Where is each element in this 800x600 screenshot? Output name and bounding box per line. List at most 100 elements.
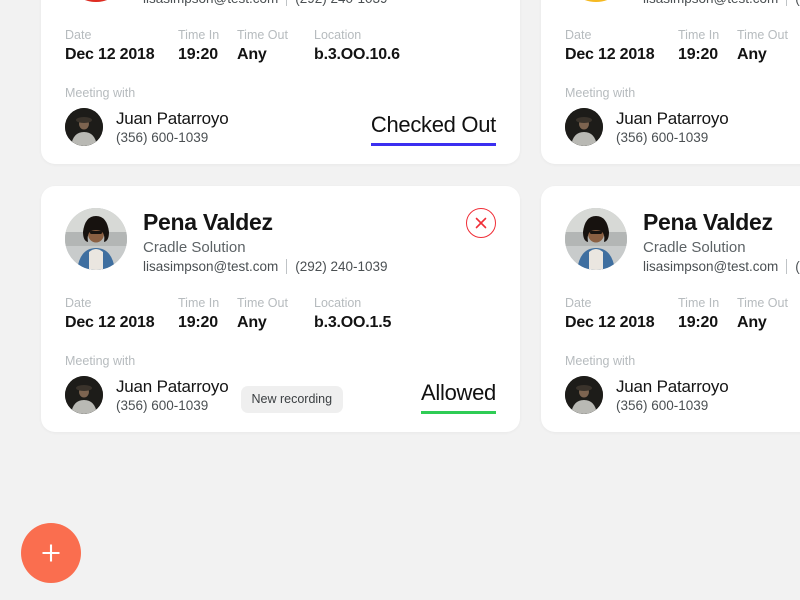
field-value-date: Dec 12 2018 (565, 313, 655, 331)
field-value-time-in: 19:20 (178, 313, 218, 331)
avatar (65, 208, 127, 270)
new-recording-tooltip: New recording (240, 385, 344, 413)
header-text: Pena Valdez Cradle Solution lisasimpson@… (643, 0, 800, 6)
meeting-row: Juan Patarroyo (356) 600-1039 (565, 107, 800, 146)
avatar (565, 0, 627, 2)
field-time-out: Time Out Any (737, 28, 800, 64)
field-time-in: Time In 19:20 (178, 296, 237, 332)
meeting-phone: (356) 600-1039 (616, 129, 709, 145)
field-time-out: Time Out Any (237, 28, 314, 64)
meeting-text: Juan Patarroyo (356) 600-1039 (116, 377, 229, 413)
visitor-name: Pena Valdez (643, 209, 773, 235)
field-label-date: Date (565, 295, 592, 310)
visitor-card[interactable]: Pena Valdez Cradle Solution lisasimpson@… (41, 186, 520, 432)
meeting-avatar (565, 375, 603, 414)
close-button[interactable] (466, 208, 496, 238)
contact-line: lisasimpson@test.com (292) 240-1039 (643, 258, 800, 274)
meeting-row: Juan Patarroyo (356) 600-1039 Checked Ou… (65, 107, 496, 146)
add-button[interactable] (21, 523, 81, 583)
meeting-avatar (65, 375, 103, 414)
field-value-date: Dec 12 2018 (65, 313, 155, 331)
meeting-phone: (356) 600-1039 (116, 129, 209, 145)
field-time-in: Time In 19:20 (178, 28, 237, 64)
visitor-phone: (292) 240-1039 (295, 0, 387, 6)
plus-icon (42, 544, 60, 562)
field-label-date: Date (565, 27, 592, 42)
contact-line: lisasimpson@test.com (292) 240-1039 (143, 258, 388, 274)
field-time-out: Time Out Any (237, 296, 314, 332)
field-label-time-in: Time In (678, 27, 720, 42)
meeting-phone: (356) 600-1039 (116, 397, 209, 413)
detail-fields: Date Dec 12 2018 Time In 19:20 Time Out … (65, 28, 496, 64)
meeting-row: Juan Patarroyo (356) 600-1039 New record… (65, 375, 496, 414)
field-date: Date Dec 12 2018 (565, 28, 678, 64)
visitor-card[interactable]: Pena Valdez Cradle Solution lisasimpson@… (541, 186, 800, 432)
field-value-location: b.3.OO.10.6 (314, 45, 400, 63)
status-badge[interactable]: Allowed (421, 380, 496, 414)
visitor-card[interactable]: Pena Valdez Cradle Solution lisasimpson@… (541, 0, 800, 164)
field-value-time-in: 19:20 (678, 45, 718, 63)
visitor-email: lisasimpson@test.com (143, 0, 278, 6)
field-label-time-out: Time Out (737, 295, 788, 310)
field-date: Date Dec 12 2018 (65, 28, 178, 64)
meeting-name: Juan Patarroyo (616, 376, 729, 396)
detail-fields: Date Dec 12 2018 Time In 19:20 Time Out … (65, 296, 496, 332)
field-value-time-out: Any (237, 313, 267, 331)
meeting-with-label: Meeting with (565, 85, 636, 100)
contact-line: lisasimpson@test.com (292) 240-1039 (143, 0, 388, 6)
card-header: Pena Valdez Cradle Solution lisasimpson@… (565, 208, 800, 274)
visitor-company: Cradle Solution (143, 238, 246, 256)
header-text: Pena Valdez Cradle Solution lisasimpson@… (143, 208, 388, 274)
field-label-time-out: Time Out (237, 27, 288, 42)
meeting-avatar (65, 107, 103, 146)
meeting-text: Juan Patarroyo (356) 600-1039 (616, 109, 729, 145)
avatar (565, 208, 627, 270)
field-date: Date Dec 12 2018 (565, 296, 678, 332)
contact-divider (786, 0, 788, 6)
meeting-name: Juan Patarroyo (116, 376, 229, 396)
visitor-card[interactable]: Pena Valdez Cradle Solution lisasimpson@… (41, 0, 520, 164)
card-header: Pena Valdez Cradle Solution lisasimpson@… (65, 208, 496, 274)
field-label-date: Date (65, 27, 92, 42)
meeting-row: Juan Patarroyo (356) 600-1039 (565, 375, 800, 414)
field-location: Location b.3.OO.10.6 (314, 28, 444, 64)
field-label-time-out: Time Out (737, 27, 788, 42)
meeting-with-label: Meeting with (65, 353, 136, 368)
meeting-text: Juan Patarroyo (356) 600-1039 (616, 377, 729, 413)
field-date: Date Dec 12 2018 (65, 296, 178, 332)
visitor-email: lisasimpson@test.com (643, 0, 778, 6)
card-header: Pena Valdez Cradle Solution lisasimpson@… (65, 0, 496, 6)
contact-divider (286, 258, 288, 274)
visitor-phone: (292) 240-1039 (795, 0, 800, 6)
close-icon (475, 217, 487, 229)
field-time-in: Time In 19:20 (678, 296, 737, 332)
field-label-date: Date (65, 295, 92, 310)
field-value-time-in: 19:20 (678, 313, 718, 331)
field-value-time-in: 19:20 (178, 45, 218, 63)
field-label-time-in: Time In (178, 27, 220, 42)
field-value-time-out: Any (237, 45, 267, 63)
visitor-name: Pena Valdez (143, 209, 273, 235)
header-text: Pena Valdez Cradle Solution lisasimpson@… (143, 0, 388, 6)
meeting-phone: (356) 600-1039 (616, 397, 709, 413)
meeting-name: Juan Patarroyo (616, 108, 729, 128)
visitor-phone: (292) 240-1039 (295, 258, 388, 274)
visitor-email: lisasimpson@test.com (143, 258, 279, 274)
visitor-company: Cradle Solution (643, 238, 746, 256)
field-value-date: Dec 12 2018 (565, 45, 655, 63)
field-value-location: b.3.OO.1.5 (314, 313, 392, 331)
field-value-time-out: Any (737, 45, 767, 63)
status-badge[interactable]: Checked Out (370, 112, 496, 146)
field-label-time-in: Time In (678, 295, 720, 310)
field-label-time-out: Time Out (237, 295, 288, 310)
field-label-time-in: Time In (178, 295, 220, 310)
field-value-date: Dec 12 2018 (65, 45, 155, 63)
meeting-avatar (565, 107, 603, 146)
visitor-card-board: Pena Valdez Cradle Solution lisasimpson@… (41, 0, 800, 432)
detail-fields: Date Dec 12 2018 Time In 19:20 Time Out … (565, 296, 800, 332)
avatar (65, 0, 127, 2)
contact-divider (786, 258, 788, 274)
field-time-out: Time Out Any (737, 296, 800, 332)
field-time-in: Time In 19:20 (678, 28, 737, 64)
meeting-name: Juan Patarroyo (116, 108, 229, 128)
